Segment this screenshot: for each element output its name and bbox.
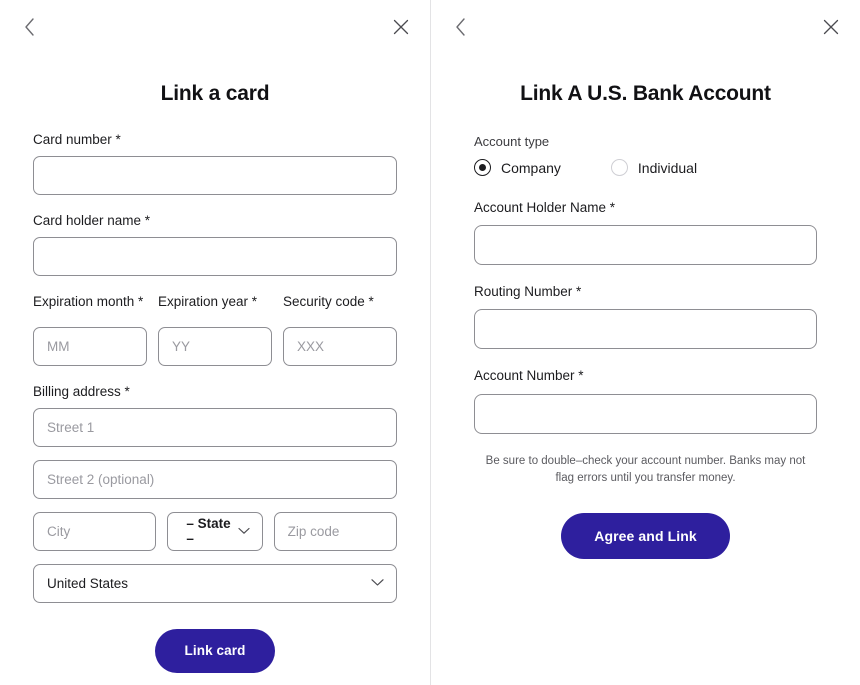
expiration-security-group: Expiration month * Expiration year * Sec… (33, 294, 397, 366)
account-number-field-group: Account Number * (474, 368, 817, 434)
expiration-year-input[interactable] (158, 326, 272, 366)
routing-number-label: Routing Number * (474, 284, 582, 300)
chevron-left-icon (454, 17, 467, 37)
back-button[interactable] (14, 12, 44, 42)
street2-field-group (33, 459, 397, 499)
expiration-month-label: Expiration month * (33, 294, 144, 310)
account-holder-name-label: Account Holder Name * (474, 200, 616, 215)
page-title: Link a card (160, 82, 270, 105)
account-number-helper-text: Be sure to double–check your account num… (485, 454, 806, 484)
page-title: Link A U.S. Bank Account (520, 82, 771, 105)
left-panel-topbar (0, 0, 430, 52)
country-select[interactable]: United States (33, 563, 397, 603)
billing-address-label: Billing address * (33, 383, 130, 399)
account-holder-name-field-group: Account Holder Name * (474, 200, 817, 266)
close-button[interactable] (386, 12, 416, 42)
account-type-option-company-label: Company (501, 159, 561, 176)
radio-unselected-icon (610, 159, 628, 176)
agree-and-link-button[interactable]: Agree and Link (561, 513, 730, 560)
state-select[interactable]: – State – (167, 511, 263, 551)
security-code-label: Security code * (283, 294, 374, 310)
street1-field-group (33, 407, 397, 447)
link-card-button[interactable]: Link card (154, 628, 276, 673)
right-panel-topbar (431, 0, 860, 52)
agree-and-link-cta-wrap: Agree and Link (474, 513, 817, 560)
account-type-option-company[interactable]: Company (474, 159, 561, 176)
street2-input[interactable] (33, 459, 397, 499)
radio-selected-icon (474, 159, 491, 176)
account-type-option-individual-label: Individual (637, 159, 698, 176)
routing-number-field-group: Routing Number * (474, 284, 817, 350)
routing-number-input[interactable] (474, 309, 817, 350)
link-payment-method-screens: Link a card Card number * Card holder na… (0, 0, 860, 685)
city-state-zip-row: – State – (33, 511, 397, 551)
close-icon (823, 19, 839, 35)
account-number-input[interactable] (474, 393, 817, 434)
link-card-form: Card number * Card holder name * Expirat… (0, 132, 430, 673)
expiration-month-input[interactable] (33, 326, 147, 366)
link-bank-account-form: Account type Company Individual Account … (431, 134, 860, 560)
link-bank-account-panel: Link A U.S. Bank Account Account type Co… (430, 0, 860, 685)
account-number-label: Account Number * (474, 368, 584, 384)
link-card-cta-wrap: Link card (33, 628, 397, 673)
link-card-panel: Link a card Card number * Card holder na… (0, 0, 430, 685)
card-holder-name-field-group: Card holder name * (33, 213, 397, 277)
card-holder-name-input[interactable] (33, 237, 397, 277)
expiration-security-inputs (33, 326, 397, 366)
close-button[interactable] (816, 12, 846, 42)
card-number-input[interactable] (33, 156, 397, 196)
account-type-label: Account type (474, 134, 550, 149)
close-icon (393, 19, 409, 35)
billing-address-group: Billing address * – State – (33, 384, 397, 603)
card-number-label: Card number * (33, 132, 121, 147)
back-button[interactable] (445, 12, 475, 42)
street1-input[interactable] (33, 407, 397, 447)
chevron-left-icon (23, 17, 36, 37)
account-type-radio-group: Company Individual (474, 159, 817, 176)
country-select-wrap: United States (33, 563, 397, 603)
city-input[interactable] (33, 511, 157, 551)
state-select-wrap: – State – (167, 511, 263, 551)
card-holder-name-label: Card holder name * (33, 213, 151, 229)
security-code-input[interactable] (283, 326, 397, 366)
account-type-option-individual[interactable]: Individual (610, 159, 698, 176)
expiration-year-label: Expiration year * (158, 294, 258, 310)
zip-code-input[interactable] (273, 511, 397, 551)
card-number-field-group: Card number * (33, 132, 397, 196)
expiration-security-labels: Expiration month * Expiration year * Sec… (33, 294, 397, 318)
account-holder-name-input[interactable] (474, 225, 817, 266)
